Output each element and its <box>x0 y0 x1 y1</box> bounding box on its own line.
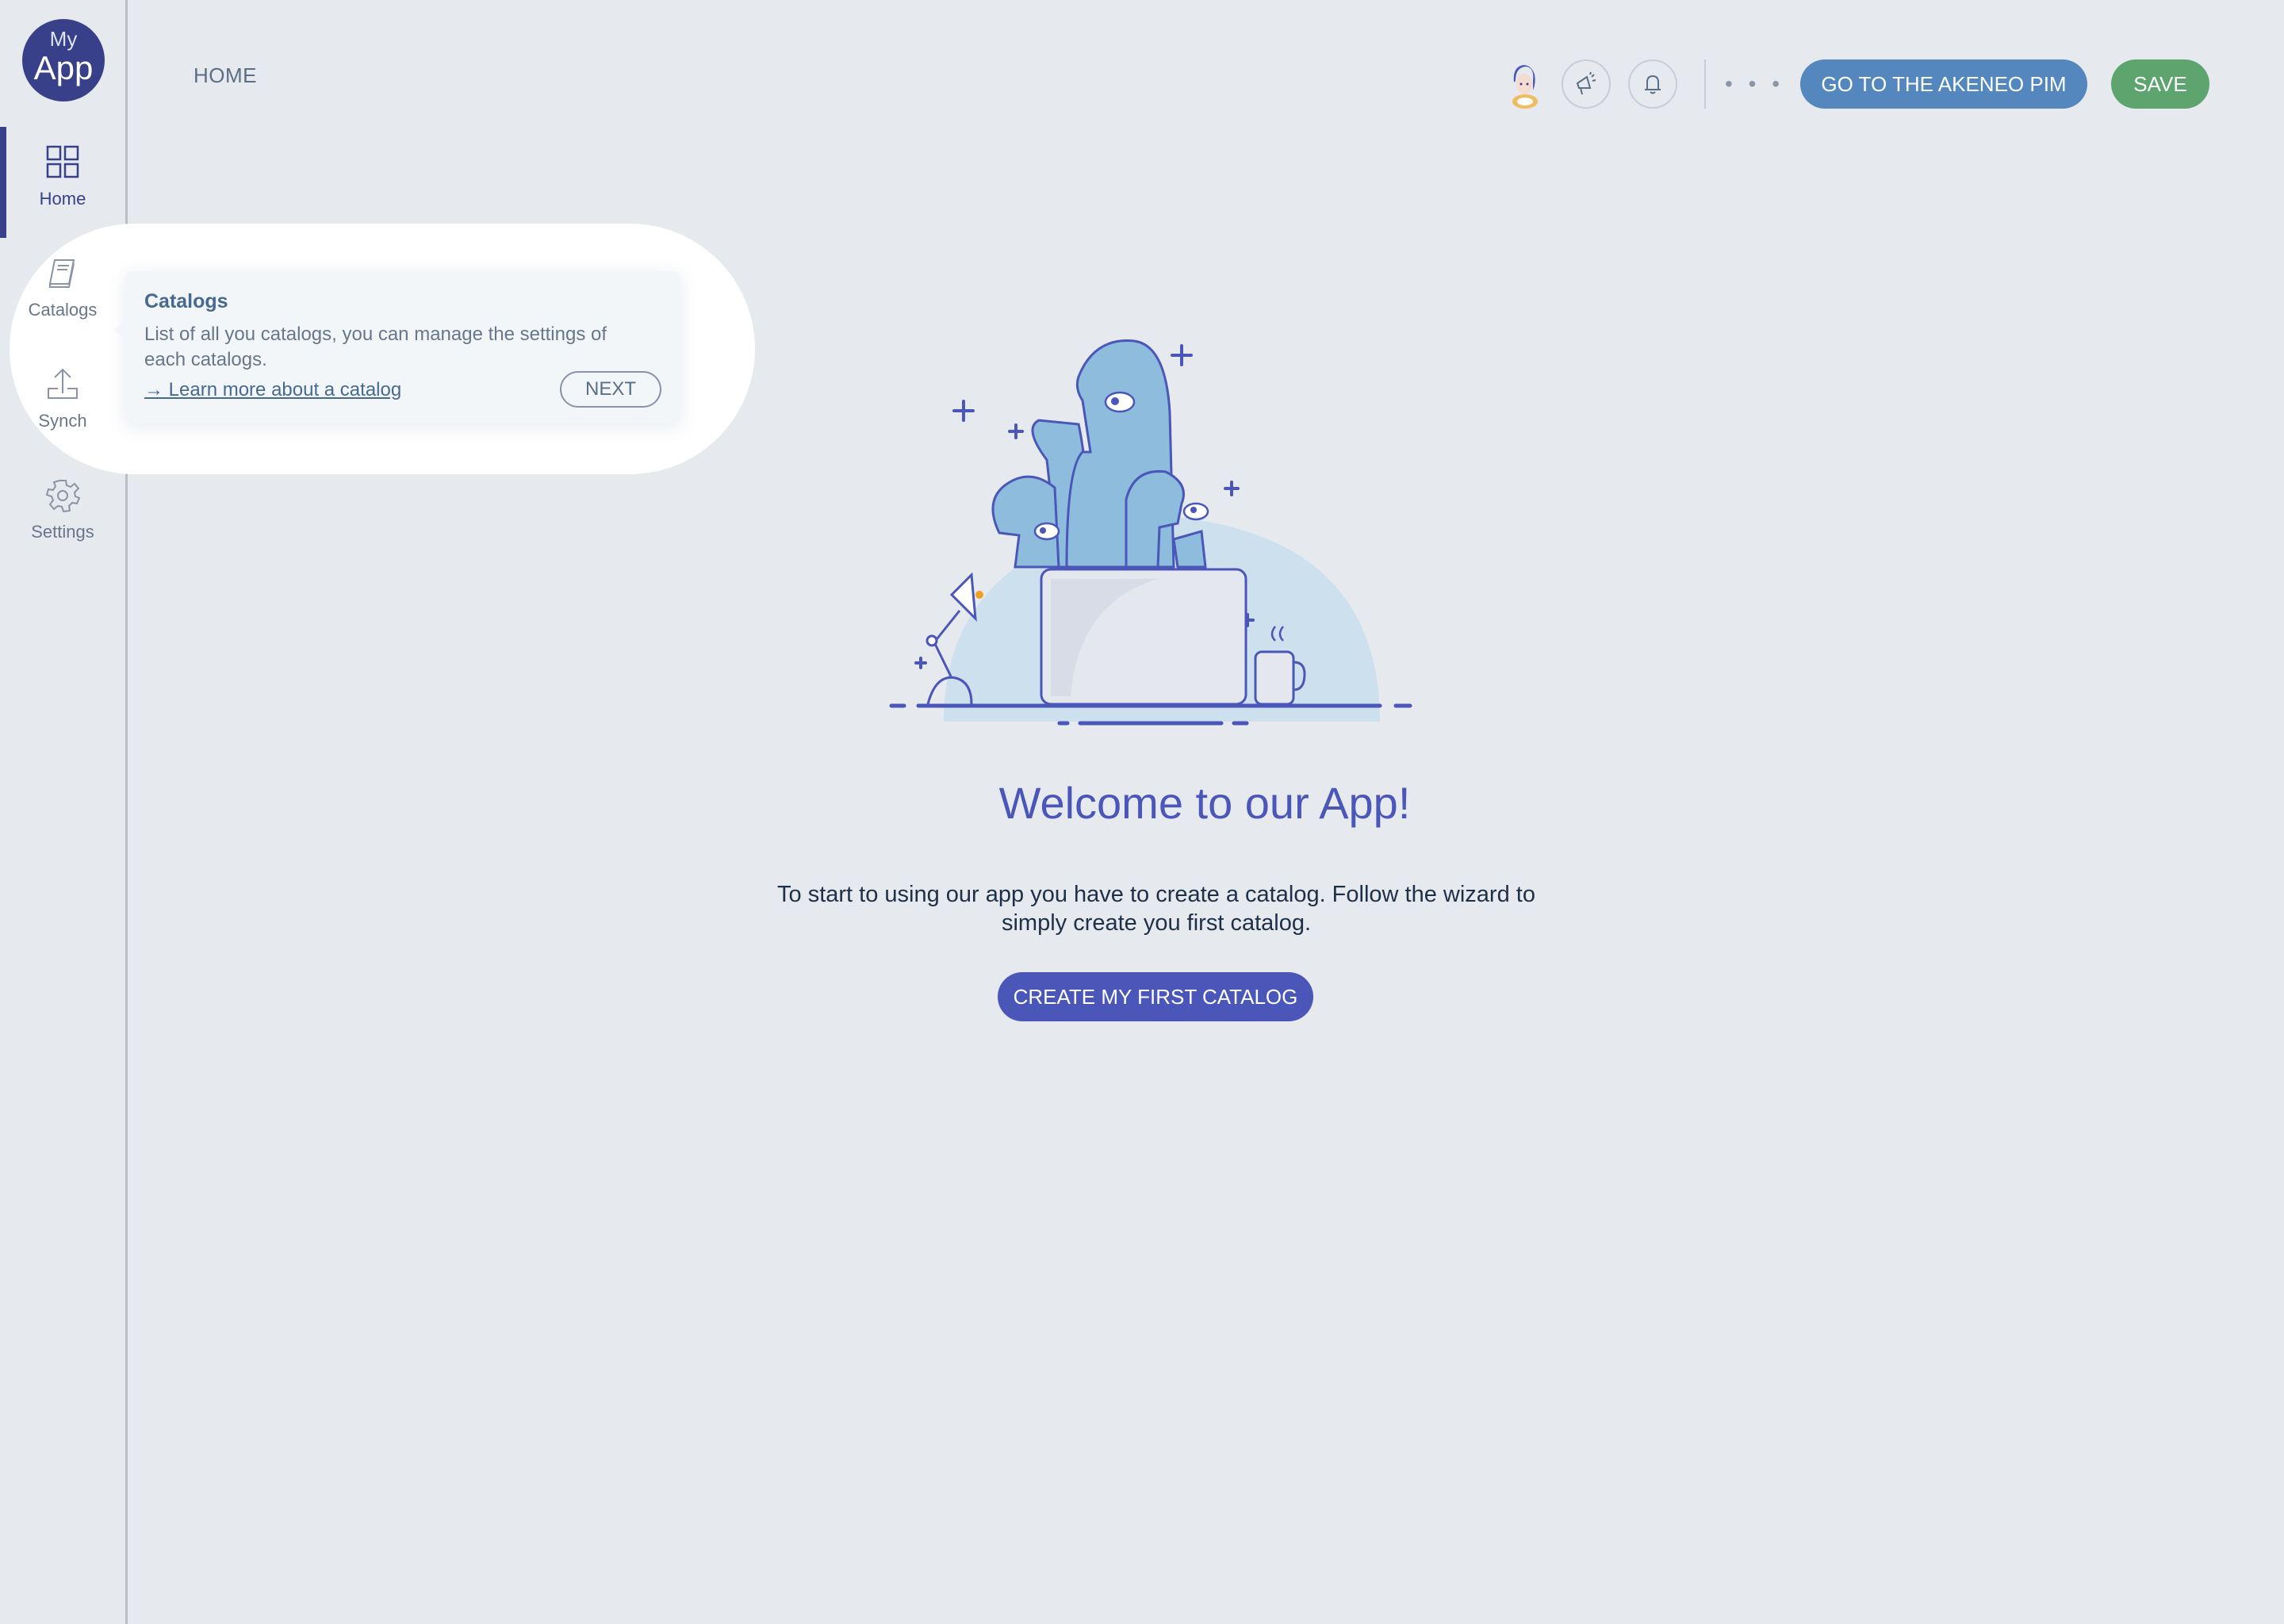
tooltip-title: Catalogs <box>144 290 228 312</box>
gear-icon <box>45 480 81 513</box>
announcements-button[interactable] <box>1562 59 1611 109</box>
app-logo[interactable]: My App <box>22 19 105 102</box>
create-first-catalog-button[interactable]: CREATE MY FIRST CATALOG <box>998 972 1313 1021</box>
bell-icon <box>1645 75 1661 94</box>
welcome-title: Welcome to our App! <box>998 778 1411 828</box>
sidebar-item-home[interactable]: Home <box>0 119 125 238</box>
more-options-icon[interactable]: • • • <box>1725 71 1784 97</box>
tour-next-button[interactable]: NEXT <box>560 371 661 408</box>
header-actions: • • • GO TO THE AKENEO PIM SAVE <box>1501 59 2209 109</box>
save-button[interactable]: SAVE <box>2111 59 2209 109</box>
upload-icon <box>48 368 78 399</box>
sidebar-item-label: Synch <box>38 411 87 431</box>
grid-icon <box>46 145 79 178</box>
tooltip-arrow <box>114 317 127 343</box>
learn-more-link[interactable]: → Learn more about a catalog <box>144 379 401 401</box>
megaphone-icon <box>1576 71 1596 95</box>
sidebar-item-settings[interactable]: Settings <box>0 452 125 563</box>
welcome-illustration <box>889 339 1412 726</box>
sidebar-item-label: Catalogs <box>28 300 98 320</box>
user-avatar[interactable] <box>1501 59 1549 109</box>
sidebar-item-label: Settings <box>31 522 94 542</box>
sidebar-item-synch[interactable]: Synch <box>0 341 125 452</box>
header-divider <box>1704 59 1707 109</box>
active-indicator <box>0 127 6 238</box>
sidebar-item-label: Home <box>39 189 86 209</box>
book-icon <box>48 259 75 288</box>
go-to-pim-button[interactable]: GO TO THE AKENEO PIM <box>1800 59 2087 109</box>
notifications-button[interactable] <box>1628 59 1678 109</box>
tour-tooltip: Catalogs List of all you catalogs, you c… <box>114 271 680 423</box>
logo-text-bottom: App <box>33 49 94 86</box>
logo-text-top: My <box>49 27 78 51</box>
sidebar-item-catalogs[interactable]: Catalogs <box>0 230 125 341</box>
breadcrumb[interactable]: HOME <box>194 63 257 88</box>
welcome-description: To start to using our app you have to cr… <box>777 882 1535 936</box>
tooltip-body: List of all you catalogs, you can manage… <box>144 324 607 370</box>
